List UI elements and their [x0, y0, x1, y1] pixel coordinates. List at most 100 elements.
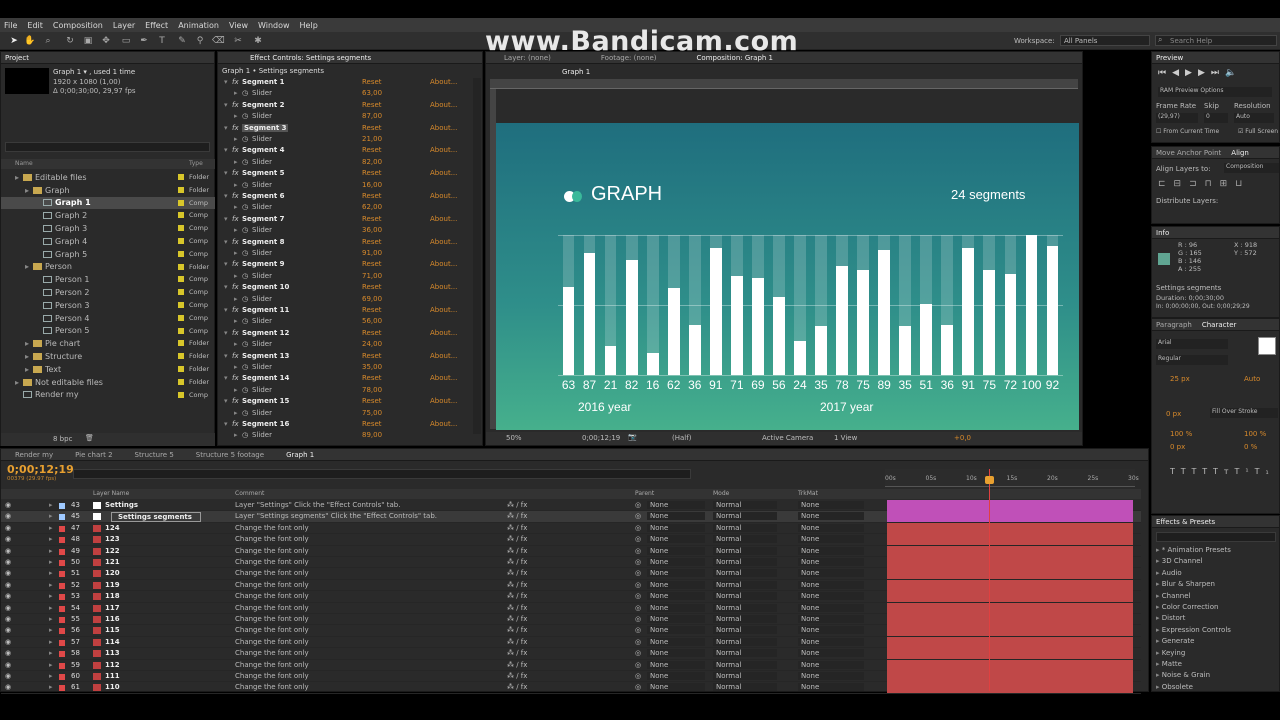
- reset-link[interactable]: Reset: [362, 192, 382, 200]
- bpc-label[interactable]: 8 bpc: [53, 435, 72, 443]
- layer-name[interactable]: 113: [105, 649, 120, 657]
- tab-character[interactable]: Character: [1202, 321, 1237, 329]
- layer-comment[interactable]: Layer "Settings segments" Click the "Eff…: [235, 512, 437, 520]
- slider-value[interactable]: 78,00: [362, 386, 382, 394]
- col-layer-name[interactable]: Layer Name: [93, 490, 129, 497]
- selection-tool-icon[interactable]: ➤: [8, 35, 20, 47]
- trkmat-select[interactable]: None: [798, 649, 864, 658]
- parent-pickwhip-icon[interactable]: ◎: [635, 615, 641, 623]
- layer-name[interactable]: 121: [105, 558, 120, 566]
- fx-icon[interactable]: fx: [232, 260, 239, 268]
- slider-value[interactable]: 89,00: [362, 431, 382, 439]
- fx-icon[interactable]: fx: [232, 420, 239, 428]
- layer-duration-bar[interactable]: [887, 568, 1133, 580]
- align-to-select[interactable]: Composition: [1224, 163, 1279, 173]
- horizontal-scale-value[interactable]: 100 %: [1244, 430, 1266, 438]
- switches-icon[interactable]: ⁂ ∕ fx: [507, 569, 527, 577]
- parent-select[interactable]: None: [647, 569, 705, 578]
- slider-value[interactable]: 69,00: [362, 295, 382, 303]
- slider-value[interactable]: 16,00: [362, 181, 382, 189]
- layer-duration-bar[interactable]: [887, 557, 1133, 568]
- trkmat-select[interactable]: None: [798, 580, 864, 589]
- trkmat-select[interactable]: None: [798, 535, 864, 544]
- frame-rate-select[interactable]: (29,97): [1156, 113, 1198, 123]
- col-comment[interactable]: Comment: [235, 490, 264, 497]
- stopwatch-icon[interactable]: ◷: [242, 112, 248, 120]
- playhead-handle[interactable]: [985, 476, 994, 484]
- effects-category[interactable]: ▸ * Animation Presets: [1156, 546, 1280, 557]
- expand-arrow-icon[interactable]: ▾: [224, 78, 228, 86]
- effects-category[interactable]: ▸ Blur & Sharpen: [1156, 580, 1280, 591]
- trkmat-select[interactable]: None: [798, 501, 864, 509]
- project-item[interactable]: Person 2 Comp: [1, 286, 215, 299]
- timeline-tab[interactable]: Structure 5: [135, 451, 174, 459]
- align-left-icon[interactable]: ⊏: [1158, 179, 1174, 189]
- first-frame-icon[interactable]: ⏮: [1158, 68, 1172, 78]
- comp-timecode[interactable]: 0;00;12;19: [582, 434, 620, 442]
- exposure-offset[interactable]: +0,0: [954, 434, 971, 442]
- expand-arrow-icon[interactable]: ▾: [224, 260, 228, 268]
- blend-mode-select[interactable]: Normal: [713, 592, 777, 601]
- timeline-layer-row[interactable]: ◉ ▸ 48 123 Change the font only ⁂ ∕ fx ◎ None No…: [1, 534, 1141, 546]
- parent-pickwhip-icon[interactable]: ◎: [635, 604, 641, 612]
- project-item[interactable]: Person 4 Comp: [1, 312, 215, 325]
- zoom-tool-icon[interactable]: ⌕: [42, 35, 54, 47]
- expand-arrow-icon[interactable]: ▸: [49, 569, 53, 577]
- workspace-select[interactable]: All Panels: [1060, 35, 1150, 46]
- pen-tool-icon[interactable]: ✒: [138, 35, 150, 47]
- effects-category[interactable]: ▸ Obsolete: [1156, 683, 1280, 694]
- expand-arrow-icon[interactable]: ▸: [49, 524, 53, 532]
- visibility-eye-icon[interactable]: ◉: [5, 649, 11, 657]
- layer-name[interactable]: 124: [105, 524, 120, 532]
- effects-category[interactable]: ▸ 3D Channel: [1156, 557, 1280, 568]
- expand-arrow-icon[interactable]: ▸: [25, 352, 33, 361]
- slider-row[interactable]: ▸ ◷ Slider 21,00: [218, 135, 473, 146]
- timeline-layer-row[interactable]: ◉ ▸ 58 113 Change the font only ⁂ ∕ fx ◎ None No…: [1, 648, 1141, 660]
- slider-value[interactable]: 82,00: [362, 158, 382, 166]
- fx-icon[interactable]: fx: [232, 215, 239, 223]
- fx-icon[interactable]: fx: [232, 329, 239, 337]
- blend-mode-select[interactable]: Normal: [713, 580, 777, 589]
- label-color-swatch[interactable]: [178, 276, 184, 283]
- parent-select[interactable]: None: [647, 512, 705, 521]
- col-parent[interactable]: Parent: [635, 490, 654, 497]
- time-ruler[interactable]: 00s 05s 10s 15s 20s 25s 30s: [885, 469, 1139, 487]
- layer-name[interactable]: 114: [105, 638, 120, 646]
- timeline-layer-row[interactable]: ◉ ▸ 55 116 Change the font only ⁂ ∕ fx ◎ None No…: [1, 614, 1141, 626]
- project-item[interactable]: ▸ Person Folder: [1, 261, 215, 274]
- about-link[interactable]: About...: [430, 192, 457, 200]
- parent-select[interactable]: None: [647, 523, 705, 532]
- slider-row[interactable]: ▸ ◷ Slider 82,00: [218, 158, 473, 169]
- timeline-layer-row[interactable]: ◉ ▸ 47 124 Change the font only ⁂ ∕ fx ◎ None No…: [1, 522, 1141, 535]
- blend-mode-select[interactable]: Normal: [713, 569, 777, 578]
- blend-mode-select[interactable]: Normal: [713, 626, 777, 635]
- effect-segment-row[interactable]: ▾ fx Segment 15 Reset About...: [218, 397, 473, 408]
- comp-subtab[interactable]: Graph 1: [562, 68, 590, 76]
- mask-tool-icon[interactable]: ▭: [120, 35, 132, 47]
- slider-row[interactable]: ▸ ◷ Slider 91,00: [218, 249, 473, 260]
- expand-arrow-icon[interactable]: ▾: [224, 420, 228, 428]
- fx-icon[interactable]: fx: [232, 192, 239, 200]
- about-link[interactable]: About...: [430, 146, 457, 154]
- layer-name[interactable]: 120: [105, 569, 120, 577]
- project-item[interactable]: ▸ Text Folder: [1, 363, 215, 376]
- parent-pickwhip-icon[interactable]: ◎: [635, 569, 641, 577]
- about-link[interactable]: About...: [430, 306, 457, 314]
- faux-italic-icon[interactable]: T: [1181, 467, 1192, 476]
- layer-label-color[interactable]: [59, 651, 65, 658]
- expand-arrow-icon[interactable]: ▸: [49, 661, 53, 669]
- reset-link[interactable]: Reset: [362, 374, 382, 382]
- parent-select[interactable]: None: [647, 546, 705, 555]
- playhead[interactable]: [989, 469, 990, 691]
- about-link[interactable]: About...: [430, 374, 457, 382]
- layer-comment[interactable]: Change the font only: [235, 638, 309, 646]
- effect-segment-row[interactable]: ▾ fx Segment 1 Reset About...: [218, 78, 473, 89]
- layer-duration-bar[interactable]: [887, 648, 1133, 660]
- slider-row[interactable]: ▸ ◷ Slider 16,00: [218, 181, 473, 192]
- expand-arrow-icon[interactable]: ▸: [234, 317, 238, 325]
- parent-pickwhip-icon[interactable]: ◎: [635, 661, 641, 669]
- subscript-icon[interactable]: T₁: [1255, 467, 1275, 476]
- effect-segment-row[interactable]: ▾ fx Segment 13 Reset About...: [218, 352, 473, 363]
- expand-arrow-icon[interactable]: ▸: [234, 340, 238, 348]
- expand-arrow-icon[interactable]: ▸: [25, 365, 33, 374]
